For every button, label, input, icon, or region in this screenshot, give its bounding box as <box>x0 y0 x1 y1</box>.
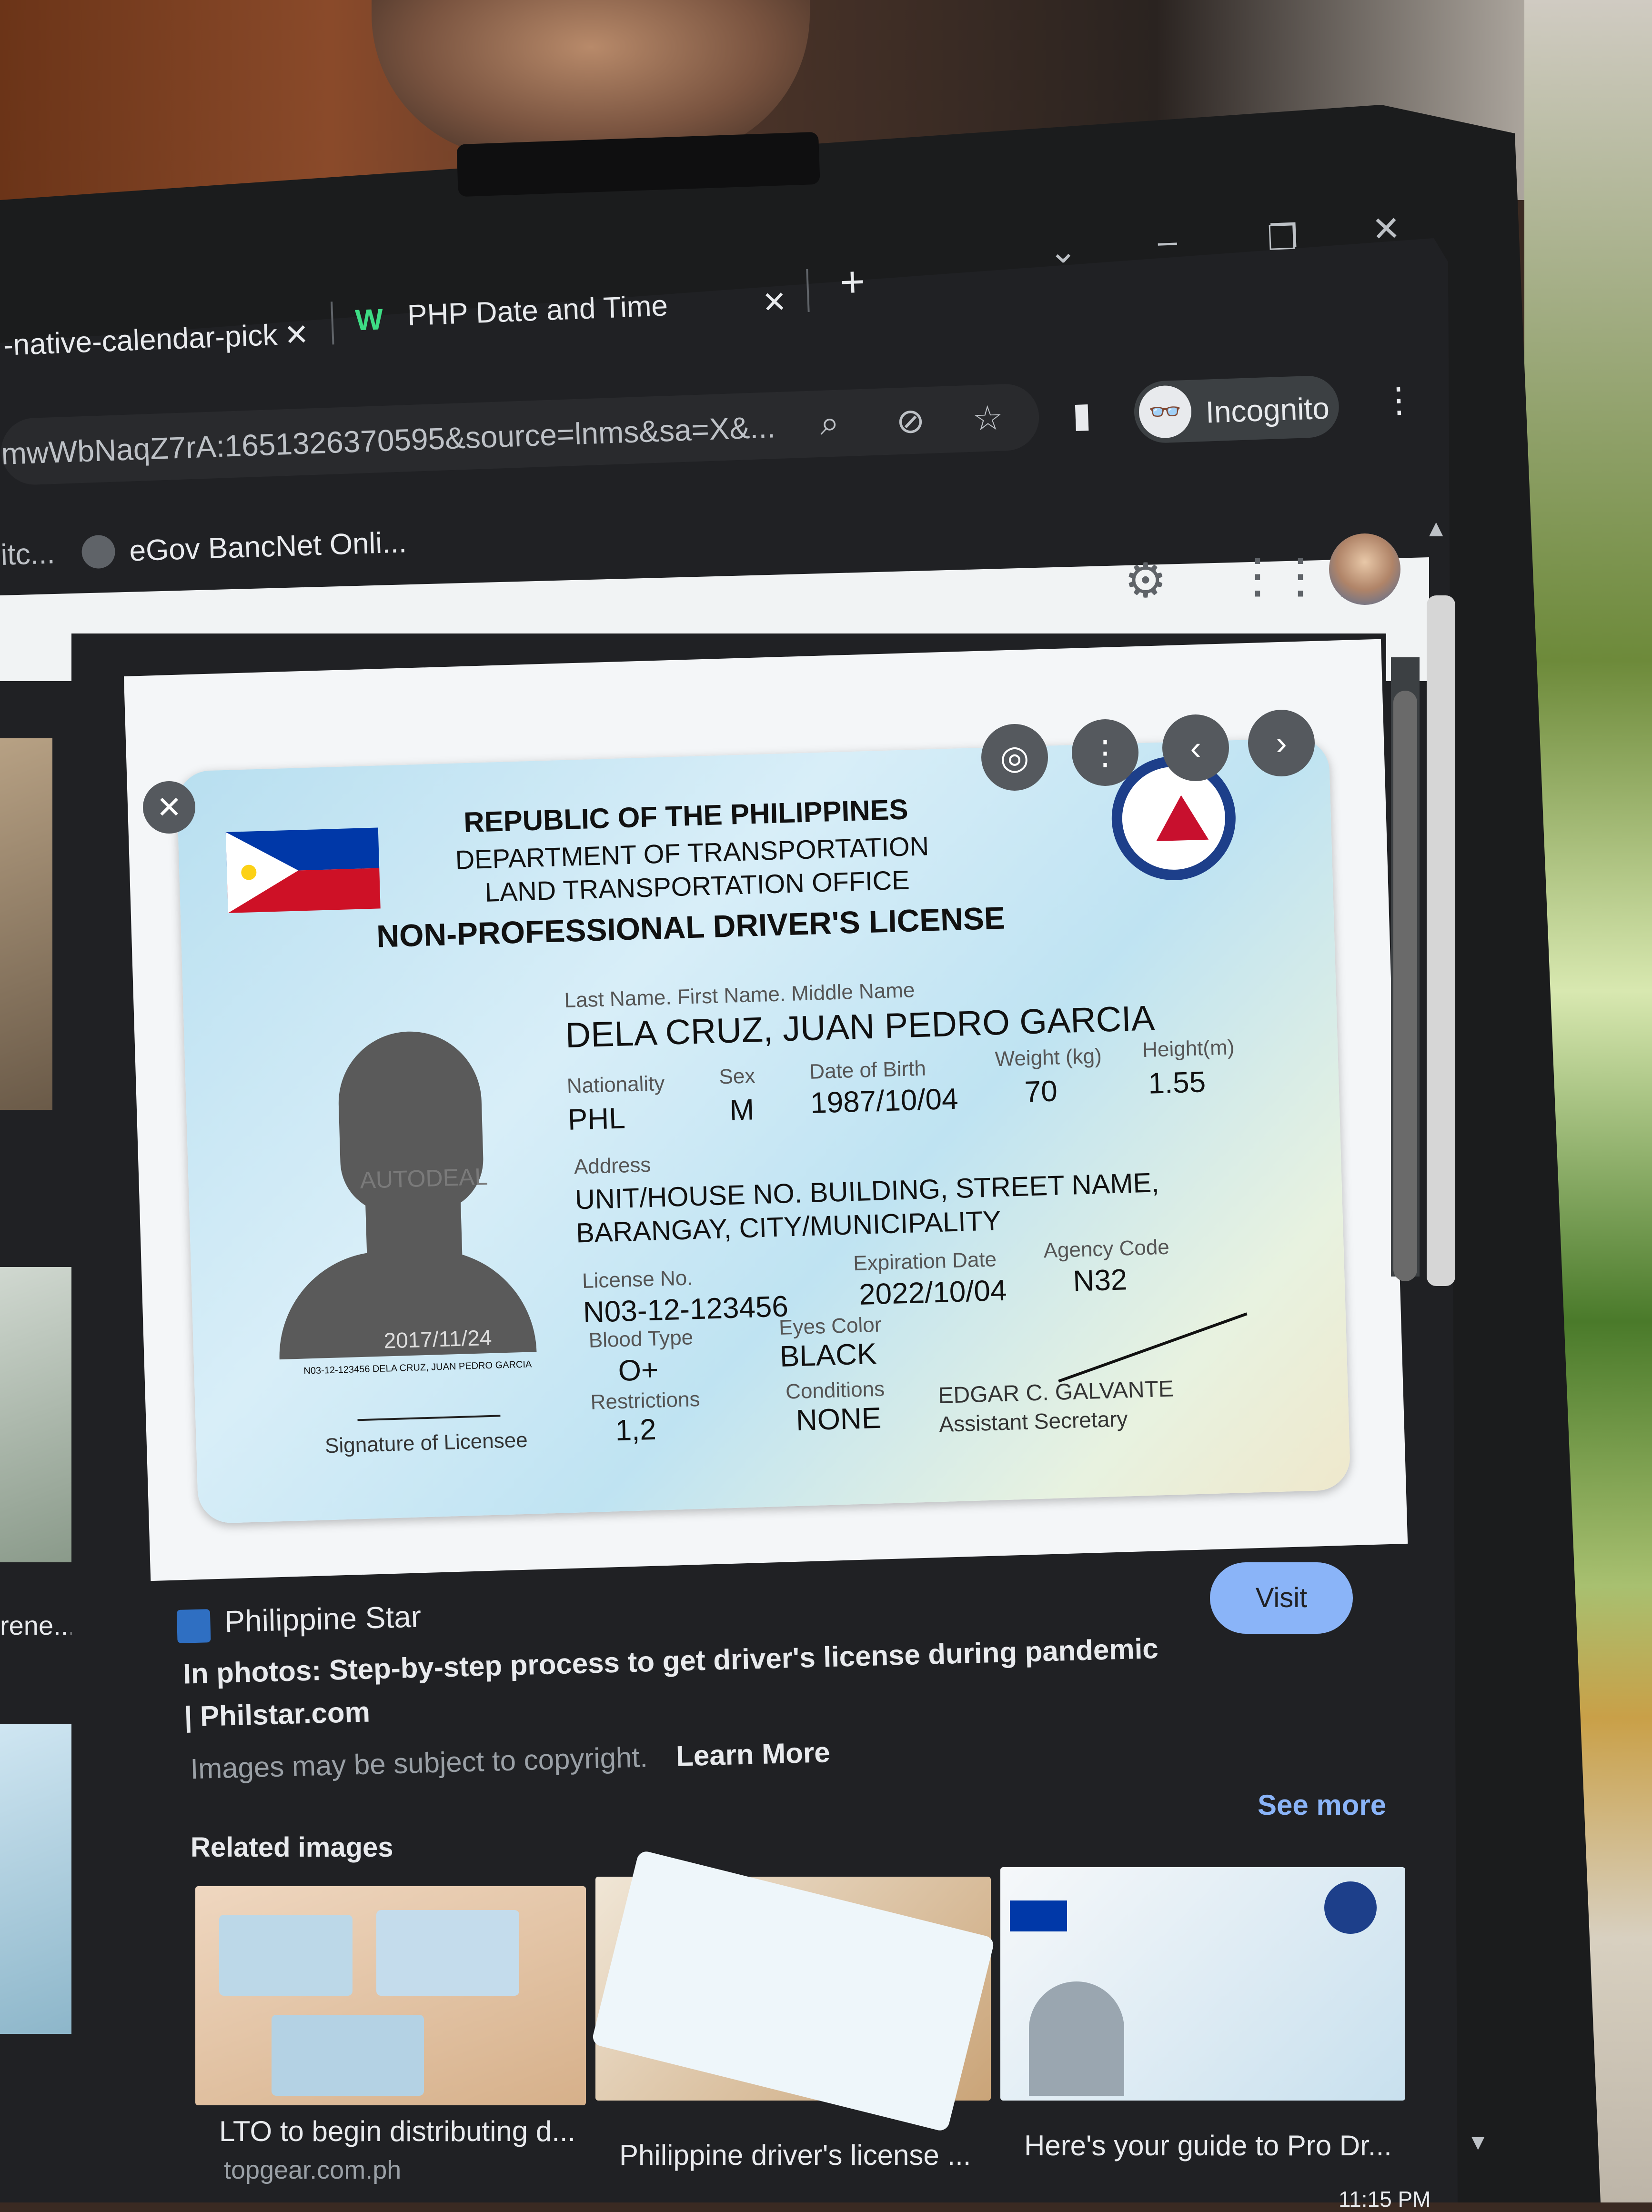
address-label: Address <box>574 1153 652 1179</box>
weight-value: 70 <box>1024 1075 1058 1109</box>
eyes-value: BLACK <box>779 1337 877 1373</box>
close-window-icon[interactable]: ✕ <box>1371 208 1401 249</box>
more-options-icon[interactable]: ⋮ <box>1072 719 1138 786</box>
url-text[interactable]: mwWbNaqZ7rA:1651326370595&source=lnms&sa… <box>0 409 776 472</box>
expiration-value: 2022/10/04 <box>858 1274 1007 1311</box>
incognito-chip[interactable]: 👓 Incognito <box>1133 374 1340 444</box>
related-image-1[interactable] <box>195 1886 586 2105</box>
side-panel-icon[interactable]: ▮ <box>1072 394 1092 435</box>
copyright-text: Images may be subject to copyright. <box>190 1741 648 1785</box>
headline-line-1[interactable]: In photos: Step-by-step process to get d… <box>182 1632 1158 1690</box>
source-name[interactable]: Philippine Star <box>224 1599 422 1639</box>
conditions-label: Conditions <box>785 1377 885 1404</box>
related-image-2[interactable] <box>591 1850 996 2132</box>
eyes-label: Eyes Color <box>778 1313 882 1339</box>
star-icon[interactable]: ☆ <box>972 398 1004 439</box>
agency-label: Agency Code <box>1043 1235 1170 1263</box>
scroll-down-icon[interactable]: ▼ <box>1467 2129 1489 2155</box>
incognito-icon: 👓 <box>1138 384 1192 439</box>
zoom-icon[interactable]: ⌕ <box>819 403 840 444</box>
restrictions-value: 1,2 <box>614 1413 657 1448</box>
globe-icon <box>81 534 116 569</box>
tab-close-icon[interactable]: ✕ <box>283 317 310 352</box>
photo-watermark: AUTODEAL <box>359 1163 488 1194</box>
bookmark-item[interactable]: itc... <box>0 536 56 572</box>
licensee-signature-icon <box>356 1381 501 1421</box>
license-no-value: N03-12-123456 <box>583 1290 789 1329</box>
weight-label: Weight (kg) <box>994 1044 1102 1071</box>
related-image-3[interactable] <box>1000 1867 1405 2101</box>
license-no-label: License No. <box>582 1266 694 1293</box>
close-preview-icon[interactable]: ✕ <box>143 781 195 834</box>
height-value: 1.55 <box>1148 1066 1206 1100</box>
restrictions-label: Restrictions <box>590 1387 701 1414</box>
headline-line-2[interactable]: | Philstar.com <box>184 1695 371 1733</box>
conditions-value: NONE <box>795 1401 882 1437</box>
result-thumbnail[interactable] <box>0 738 52 1110</box>
scroll-up-icon[interactable]: ▲ <box>1424 514 1448 542</box>
result-thumbnail[interactable] <box>0 1267 71 1562</box>
sex-label: Sex <box>718 1064 756 1089</box>
taskbar-clock: 11:15 PM <box>1339 2187 1431 2212</box>
expiration-label: Expiration Date <box>853 1247 997 1276</box>
nationality-label: Nationality <box>566 1071 665 1098</box>
related-title-2[interactable]: Philippine driver's license ... <box>619 2139 971 2172</box>
eye-slash-icon[interactable]: ⊘ <box>896 400 926 441</box>
dob-label: Date of Birth <box>809 1056 927 1084</box>
license-card[interactable]: REPUBLIC OF THE PHILIPPINES DEPARTMENT O… <box>176 737 1351 1524</box>
w3schools-icon: W <box>354 303 384 337</box>
new-tab-icon[interactable]: + <box>839 257 866 307</box>
page-scrollbar[interactable] <box>1427 595 1455 1286</box>
learn-more-link[interactable]: Learn More <box>675 1736 830 1772</box>
results-left-column: rene... <box>0 714 110 2191</box>
lens-search-icon[interactable]: ◎ <box>981 724 1048 791</box>
blood-label: Blood Type <box>588 1326 694 1352</box>
height-label: Height(m) <box>1142 1036 1235 1062</box>
tab-search-icon[interactable]: ⌄ <box>1048 230 1078 271</box>
related-title-1[interactable]: LTO to begin distributing d... <box>219 2115 575 2148</box>
tab-close-icon[interactable]: ✕ <box>761 284 788 320</box>
next-image-icon[interactable]: › <box>1248 710 1315 776</box>
see-more-link[interactable]: See more <box>1258 1789 1386 1821</box>
nationality-value: PHL <box>567 1102 626 1136</box>
visit-button[interactable]: Visit <box>1210 1562 1353 1634</box>
result-caption[interactable]: rene... <box>0 1610 76 1641</box>
tab-calendar-label: -native-calendar-pick <box>2 318 278 362</box>
avatar[interactable] <box>1329 533 1400 605</box>
related-images-title: Related images <box>191 1832 393 1863</box>
restore-icon[interactable]: ❐ <box>1267 217 1299 258</box>
settings-gear-icon[interactable]: ⚙ <box>1124 553 1167 608</box>
philstar-icon <box>176 1609 211 1643</box>
blood-value: O+ <box>617 1353 659 1388</box>
sex-value: M <box>729 1093 755 1127</box>
photo-date: 2017/11/24 <box>383 1325 493 1353</box>
menu-icon[interactable]: ⋮ <box>1381 379 1417 420</box>
philippine-flag <box>225 827 381 913</box>
related-title-3[interactable]: Here's your guide to Pro Dr... <box>1024 2129 1392 2162</box>
previous-image-icon[interactable]: ‹ <box>1162 714 1229 781</box>
background-person <box>372 0 810 157</box>
licensee-photo: AUTODEAL 2017/11/24 <box>265 1018 542 1360</box>
minimize-icon[interactable]: – <box>1157 221 1178 261</box>
incognito-label: Incognito <box>1205 391 1330 430</box>
bookmark-item[interactable]: eGov BancNet Onli... <box>129 525 407 568</box>
tab-php-label: PHP Date and Time <box>407 289 669 332</box>
tab-divider <box>331 302 334 345</box>
related-source-1[interactable]: topgear.com.ph <box>224 2155 401 2185</box>
source-info: Philippine Star In photos: Step-by-step … <box>176 1567 1278 1834</box>
dob-value: 1987/10/04 <box>810 1082 959 1120</box>
preview-scrollbar-thumb[interactable] <box>1393 691 1417 1281</box>
